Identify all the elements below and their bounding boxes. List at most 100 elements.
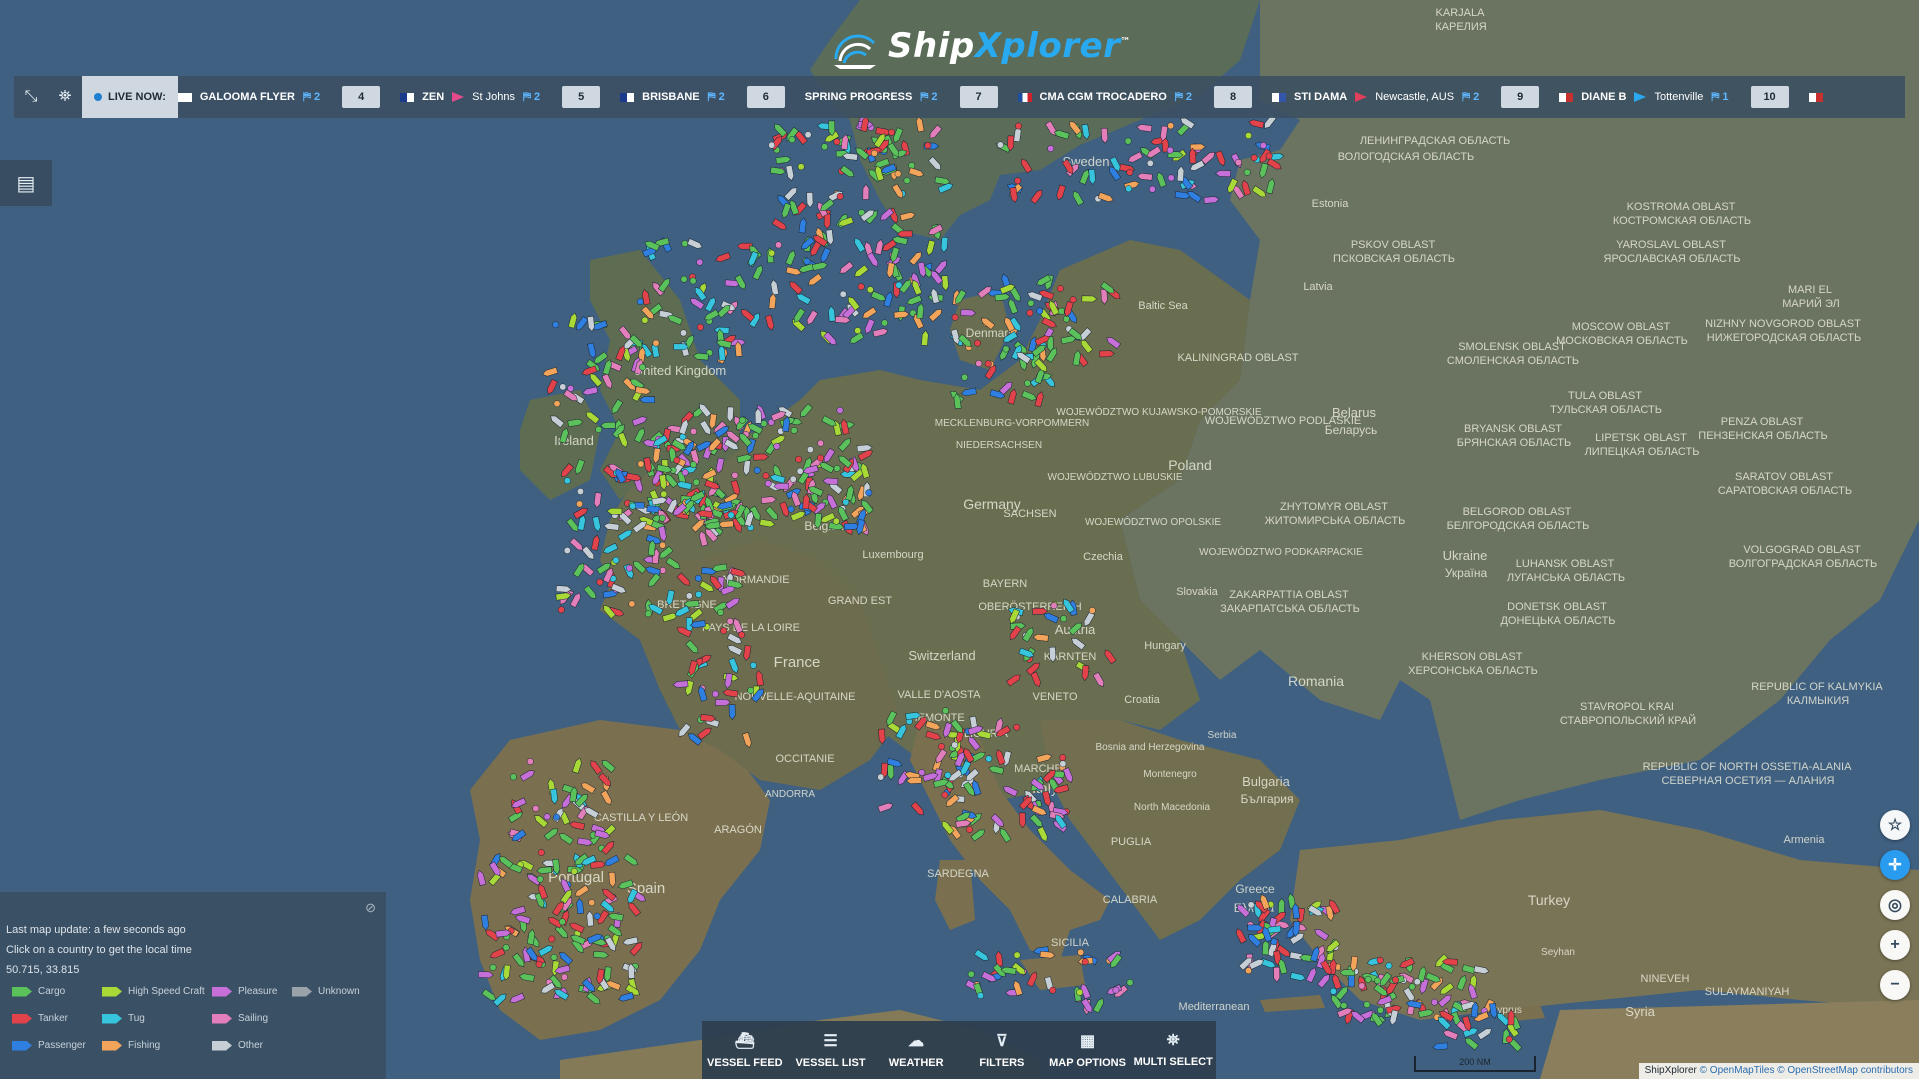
vessel-marker[interactable] [832, 517, 840, 525]
vessel-marker[interactable] [1364, 975, 1372, 983]
ticker-vessel-item[interactable]: 7 CMA CGM TROCADERO ⛿ 2 [959, 86, 1200, 108]
vessel-marker[interactable] [768, 249, 776, 257]
legend-item[interactable]: Pleasure [212, 986, 292, 997]
vessel-marker[interactable] [951, 313, 959, 321]
vessel-marker[interactable] [961, 373, 969, 381]
vessel-marker[interactable] [1050, 602, 1058, 610]
legend-item[interactable] [292, 1013, 382, 1024]
vessel-marker[interactable] [870, 149, 878, 157]
vessel-marker[interactable] [1060, 615, 1068, 623]
vessel-marker[interactable] [1392, 976, 1399, 984]
ticker-vessel-item[interactable]: 4 ZEN St Johns ⛿ 2 [342, 86, 548, 108]
vessel-marker[interactable] [1376, 1006, 1384, 1014]
vessel-marker[interactable] [1059, 760, 1067, 768]
legend-item[interactable]: Tug [102, 1013, 212, 1024]
legend-item[interactable]: Fishing [102, 1040, 212, 1051]
vessel-marker[interactable] [775, 241, 782, 249]
vessel-marker[interactable] [1235, 158, 1242, 166]
vessel-marker[interactable] [612, 556, 620, 564]
vessel-marker[interactable] [796, 467, 804, 475]
vessel-marker[interactable] [731, 471, 739, 479]
vessel-marker[interactable] [888, 128, 896, 136]
zoom-out-button[interactable]: − [1880, 970, 1910, 1000]
vessel-marker[interactable] [553, 813, 560, 821]
vessel-marker[interactable] [679, 433, 687, 441]
vessel-marker[interactable] [1013, 723, 1021, 731]
legend-item[interactable] [292, 1040, 382, 1051]
vessel-marker[interactable] [509, 773, 517, 781]
attribution-brand[interactable]: ShipXplorer [1645, 1065, 1697, 1076]
vessel-marker[interactable] [694, 574, 702, 582]
vessel-marker[interactable] [1363, 1001, 1371, 1009]
vessel-marker[interactable] [563, 477, 571, 485]
legend-item[interactable]: Other [212, 1040, 292, 1051]
vessel-marker[interactable] [695, 590, 703, 598]
vessel-marker[interactable] [806, 446, 814, 454]
vessel-marker[interactable] [570, 867, 578, 875]
vessel-marker[interactable] [1167, 122, 1175, 130]
vessel-marker[interactable] [975, 360, 983, 367]
vessel-marker[interactable] [1259, 141, 1267, 149]
vessel-marker[interactable] [1056, 285, 1064, 292]
vessel-marker[interactable] [854, 327, 862, 335]
vessel-marker[interactable] [673, 456, 681, 464]
vessel-marker[interactable] [857, 283, 865, 291]
vessel-marker[interactable] [1081, 958, 1089, 966]
vessel-marker[interactable] [764, 480, 772, 487]
vessel-marker[interactable] [1059, 754, 1067, 762]
vessel-marker[interactable] [795, 455, 803, 463]
vessel-marker[interactable] [1340, 1002, 1348, 1010]
vessel-marker[interactable] [865, 489, 873, 497]
vessel-marker[interactable] [753, 466, 761, 474]
vessel-marker[interactable] [1026, 309, 1034, 317]
vessel-marker[interactable] [996, 141, 1004, 149]
vessel-marker[interactable] [1015, 122, 1022, 130]
vessel-marker[interactable] [903, 177, 911, 185]
vessel-marker[interactable] [833, 464, 841, 472]
vessel-marker[interactable] [1376, 956, 1384, 964]
vessel-marker[interactable] [548, 935, 556, 943]
legend-item[interactable]: Unknown [292, 986, 382, 997]
vessel-marker[interactable] [1112, 986, 1120, 994]
vessel-marker[interactable] [1505, 1035, 1513, 1043]
vessel-marker[interactable] [1014, 177, 1022, 185]
vessel-marker[interactable] [535, 960, 543, 968]
vessel-list-button[interactable]: ☰ VESSEL LIST [788, 1021, 874, 1079]
vessel-marker[interactable] [639, 363, 646, 371]
vessel-marker[interactable] [727, 511, 735, 519]
ticker-vessel-item[interactable]: 10 [1750, 86, 1831, 108]
vessel-marker[interactable] [768, 141, 776, 149]
vessel-marker[interactable] [977, 992, 984, 1000]
filters-button[interactable]: ⊽ FILTERS [959, 1021, 1045, 1079]
vessel-marker[interactable] [489, 964, 497, 971]
vessel-marker[interactable] [636, 298, 644, 306]
vessel-marker[interactable] [558, 918, 566, 926]
vessel-marker[interactable] [817, 439, 825, 447]
vessel-marker[interactable] [629, 502, 637, 510]
vessel-marker[interactable] [561, 973, 568, 981]
hide-eye-icon[interactable]: ⊘ [365, 900, 376, 916]
vessel-marker[interactable] [839, 290, 847, 298]
vessel-marker[interactable] [1329, 987, 1337, 995]
vessel-marker[interactable] [502, 944, 510, 951]
vessel-marker[interactable] [1408, 983, 1416, 991]
vessel-marker[interactable] [692, 478, 700, 486]
vessel-marker[interactable] [550, 953, 558, 961]
vessel-marker[interactable] [726, 617, 734, 625]
vessel-marker[interactable] [696, 258, 704, 266]
vessel-marker[interactable] [536, 875, 544, 883]
vessel-marker[interactable] [1167, 174, 1175, 182]
vessel-marker[interactable] [689, 277, 697, 285]
vessel-marker[interactable] [1265, 152, 1273, 160]
vessel-marker[interactable] [866, 286, 874, 294]
vessel-marker[interactable] [1243, 168, 1251, 176]
vessel-feed-button[interactable]: ⛴ VESSEL FEED [702, 1021, 788, 1079]
vessel-marker[interactable] [553, 400, 561, 408]
vessel-marker[interactable] [659, 541, 667, 549]
vessel-marker[interactable] [1125, 185, 1133, 193]
vessel-marker[interactable] [881, 319, 889, 327]
legend-item[interactable]: Sailing [212, 1013, 292, 1024]
vessel-marker[interactable] [1124, 137, 1132, 145]
vessel-marker[interactable] [941, 791, 949, 799]
vessel-marker[interactable] [894, 170, 902, 178]
